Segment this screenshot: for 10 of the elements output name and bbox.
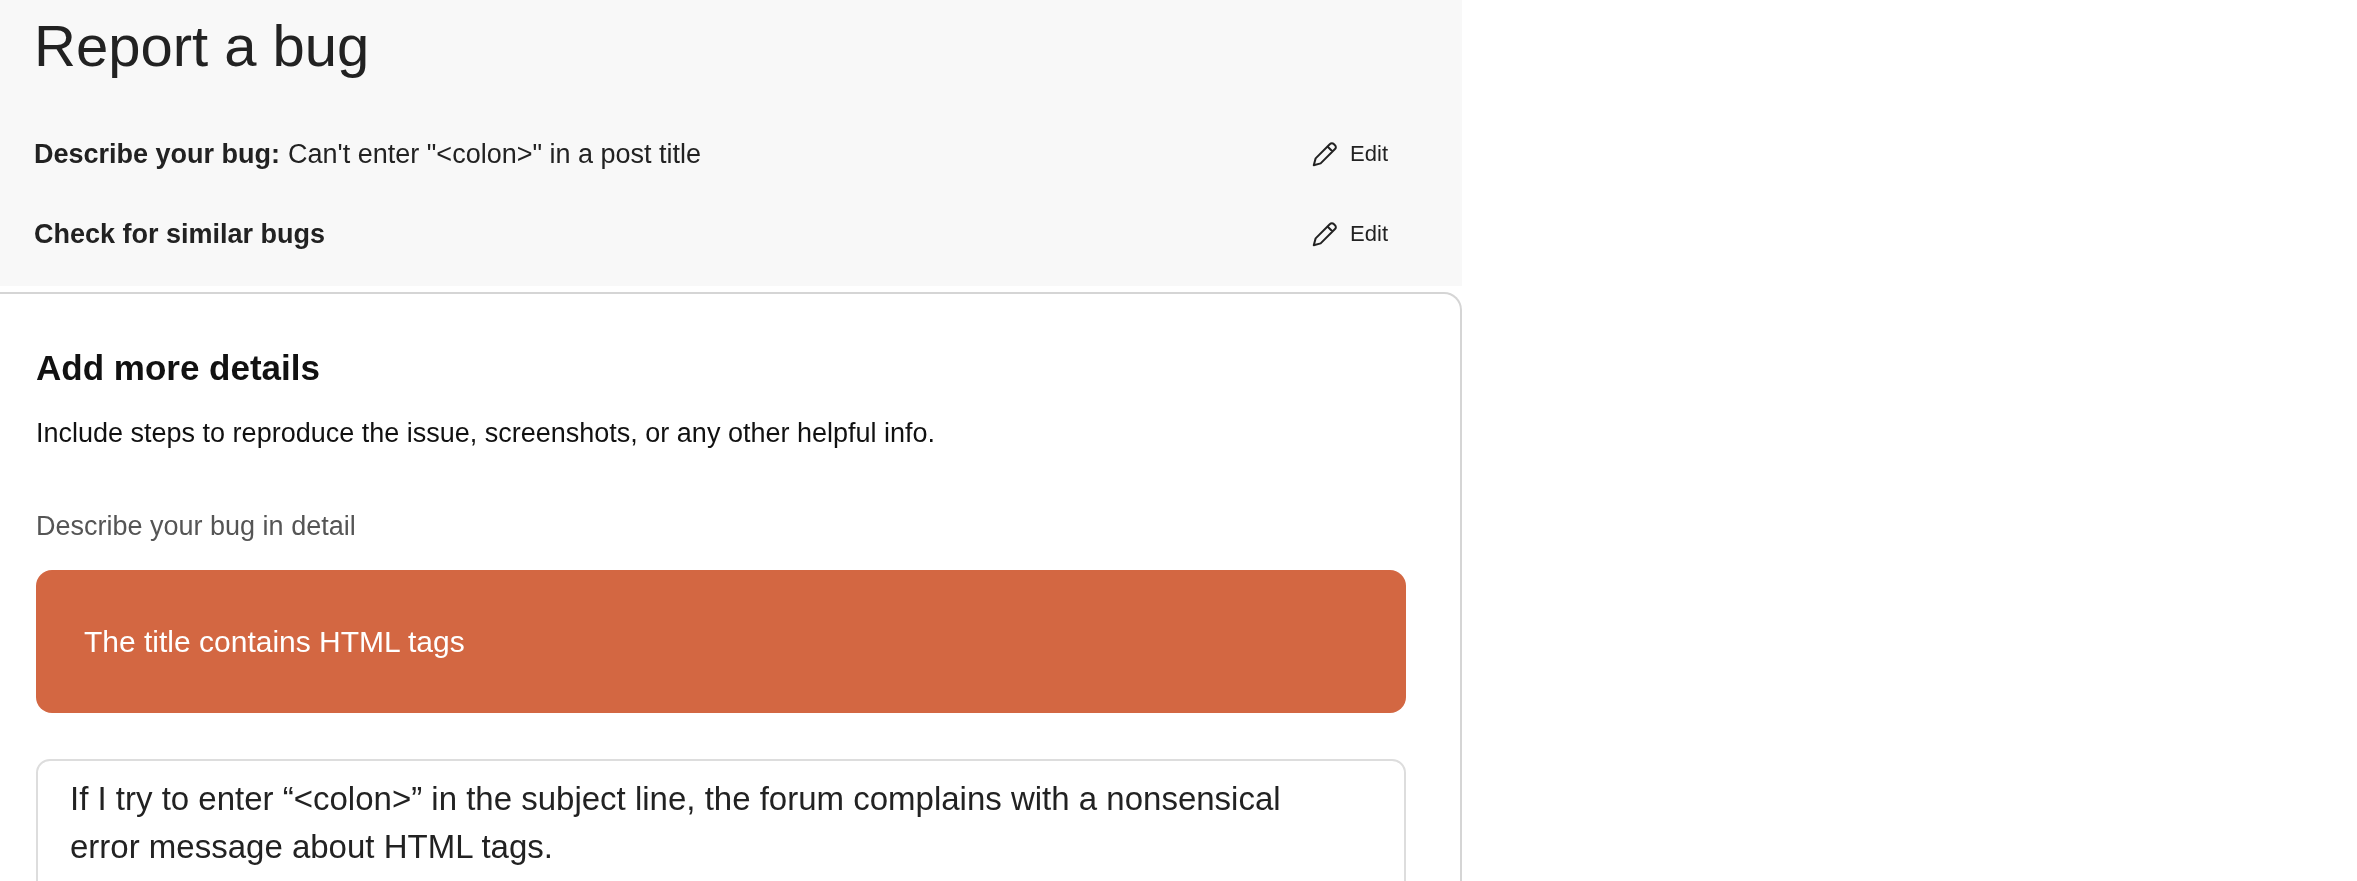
field-label: Describe your bug in detail [36,511,357,542]
step-summary: Check for similar bugs [34,218,327,250]
page-title: Report a bug [34,12,371,80]
description-field[interactable]: If I try to enter “<colon>” in the subject line, the forum complains with a nonsensical error message about HTML tags. [36,759,1406,881]
edit-button[interactable]: Edit [1306,215,1392,253]
edit-button[interactable]: Edit [1306,135,1392,173]
error-message: The title contains HTML tags [84,624,465,659]
section-subtitle: Include steps to reproduce the issue, screenshots, or any other helpful info. [36,418,937,449]
step-summary: Describe your bug: Can't enter "<colon>" in a post title [34,138,702,170]
section-heading: Add more details [36,348,321,388]
